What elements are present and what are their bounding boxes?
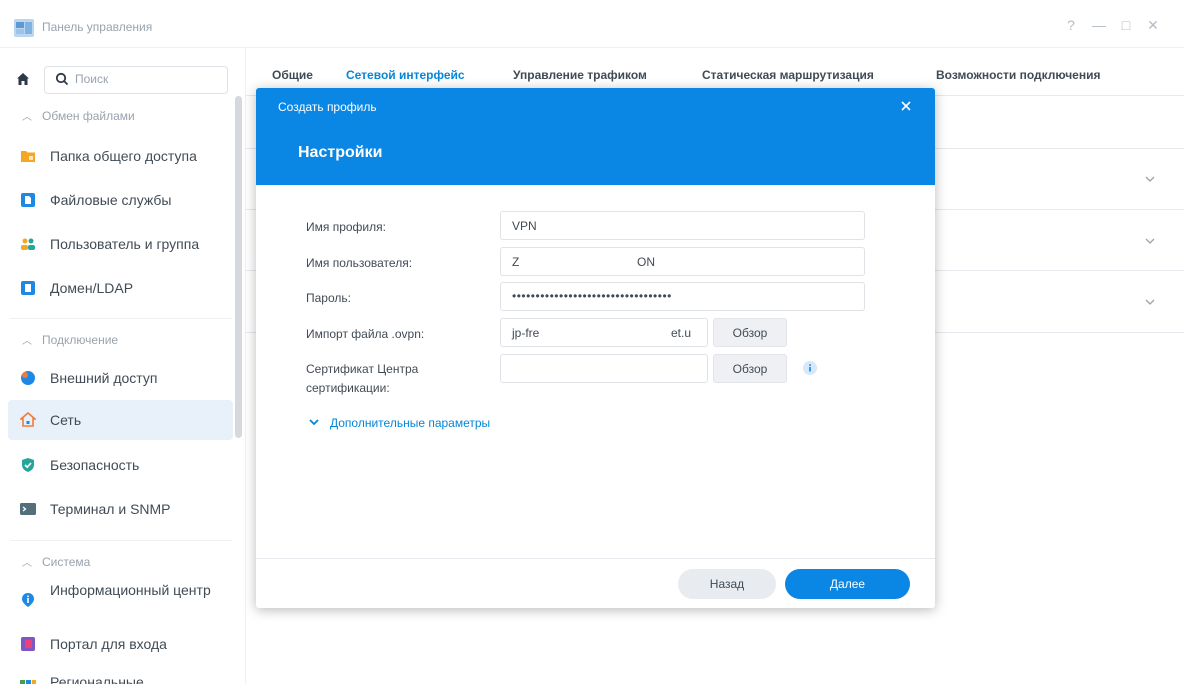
user-group-icon (21, 238, 35, 250)
ovpn-browse-button[interactable]: Обзор (713, 318, 787, 347)
sidebar-item-label: Портал для входа (50, 636, 167, 652)
terminal-icon (20, 503, 36, 515)
title-bar: Панель управления ? — □ ✕ (0, 0, 1184, 48)
control-panel-app-icon (14, 19, 34, 37)
section-title: Обмен файлами (42, 109, 135, 123)
shared-folder-icon (21, 151, 35, 162)
sidebar-item-shared-folder[interactable]: Папка общего доступа (8, 136, 233, 176)
sidebar-item-label: Папка общего доступа (50, 148, 197, 164)
sidebar-item-label: Безопасность (50, 457, 140, 473)
sidebar-item-info-center[interactable]: Информационный центр (8, 578, 233, 618)
sidebar-item-label: Внешний доступ (50, 370, 158, 386)
ca-cert-input[interactable] (500, 354, 708, 383)
section-system[interactable]: ︿ Система (22, 554, 90, 569)
ovpn-file-value: jp-fre (512, 326, 540, 340)
window-title: Панель управления (42, 20, 153, 34)
password-input[interactable]: •••••••••••••••••••••••••••••••••• (500, 282, 865, 311)
tab-static-route[interactable]: Статическая маршрутизация (702, 68, 874, 82)
dialog-header: Создать профиль Настройки (256, 88, 935, 185)
password-value: •••••••••••••••••••••••••••••••••• (512, 289, 672, 303)
ca-cert-label: Сертификат Центра сертификации: (306, 362, 419, 395)
ovpn-file-input[interactable]: jp-fre et.u (500, 318, 708, 347)
sidebar-item-network[interactable]: Сеть (8, 400, 233, 440)
close-icon[interactable] (898, 98, 914, 114)
sidebar-item-domain-ldap[interactable]: Домен/LDAP (8, 268, 233, 308)
info-icon[interactable] (802, 360, 818, 376)
create-profile-dialog: Создать профиль Настройки Имя профиля: V… (256, 88, 935, 608)
login-portal-icon (21, 637, 35, 651)
sidebar-item-terminal-snmp[interactable]: Терминал и SNMP (8, 489, 233, 529)
close-window-icon[interactable]: ✕ (1143, 17, 1163, 34)
chevron-up-icon: ︿ (22, 336, 32, 347)
next-button[interactable]: Далее (785, 569, 910, 599)
sidebar-item-regional[interactable]: Региональные (8, 662, 233, 684)
home-icon (17, 73, 29, 85)
back-button[interactable]: Назад (678, 569, 776, 599)
username-value: Z (512, 255, 520, 269)
sidebar-item-security[interactable]: Безопасность (8, 445, 233, 485)
chevron-down-icon[interactable] (1143, 172, 1157, 186)
chevron-down-icon[interactable] (1143, 295, 1157, 309)
profile-name-label: Имя профиля: (306, 220, 386, 234)
ovpn-file-value-tail: et.u (671, 326, 692, 340)
ca-cert-browse-button[interactable]: Обзор (713, 354, 787, 383)
sidebar-item-external-access[interactable]: Внешний доступ (8, 358, 233, 398)
username-label: Имя пользователя: (306, 256, 413, 270)
section-file-sharing[interactable]: ︿ Обмен файлами (22, 108, 135, 123)
regional-icon (20, 680, 36, 684)
dialog-heading: Настройки (298, 144, 383, 161)
chevron-up-icon: ︿ (22, 558, 32, 569)
advanced-settings-label: Дополнительные параметры (330, 416, 491, 430)
chevron-down-icon[interactable] (1143, 234, 1157, 248)
tab-connectivity[interactable]: Возможности подключения (936, 68, 1100, 82)
tab-network-interface[interactable]: Сетевой интерфейс (346, 68, 465, 82)
external-access-icon (21, 371, 35, 385)
tab-traffic-control[interactable]: Управление трафиком (513, 68, 647, 82)
profile-name-input[interactable]: VPN (500, 211, 865, 240)
section-title: Система (42, 555, 91, 569)
section-title: Подключение (42, 333, 119, 347)
divider (10, 318, 232, 319)
search-icon (55, 72, 69, 86)
domain-ldap-icon (21, 281, 35, 295)
chevron-down-icon (309, 419, 319, 426)
search-input[interactable] (75, 72, 215, 86)
dialog-title: Создать профиль (278, 100, 377, 114)
username-value-tail: ON (637, 255, 655, 269)
section-connectivity[interactable]: ︿ Подключение (22, 332, 118, 347)
sidebar-item-login-portal[interactable]: Портал для входа (8, 624, 233, 664)
maximize-icon[interactable]: □ (1116, 17, 1136, 33)
sidebar-item-file-services[interactable]: Файловые службы (8, 180, 233, 220)
minimize-icon[interactable]: — (1089, 17, 1109, 33)
username-input[interactable]: Z ON (500, 247, 865, 276)
sidebar: ︿ Обмен файлами Папка общего доступа Файл… (0, 48, 246, 684)
sidebar-item-label: Пользователь и группа (50, 236, 200, 252)
home-button[interactable] (9, 66, 37, 92)
divider (10, 540, 232, 541)
sidebar-item-label: Сеть (50, 412, 82, 428)
help-icon[interactable]: ? (1061, 17, 1081, 33)
sidebar-item-user-group[interactable]: Пользователь и группа (8, 224, 233, 264)
sidebar-item-label: Региональные (50, 674, 144, 684)
search-box[interactable] (44, 66, 228, 94)
sidebar-item-label: Информационный центр (50, 582, 211, 598)
ovpn-import-label: Импорт файла .ovpn: (306, 327, 425, 341)
sidebar-item-label: Терминал и SNMP (50, 501, 171, 517)
file-services-icon (21, 193, 35, 207)
sidebar-scrollbar[interactable] (235, 96, 242, 438)
tab-general[interactable]: Общие (272, 68, 313, 82)
chevron-up-icon: ︿ (22, 112, 32, 123)
shield-icon (22, 458, 34, 472)
profile-name-value: VPN (512, 219, 537, 233)
info-center-icon (22, 593, 34, 607)
sidebar-item-label: Домен/LDAP (50, 280, 134, 296)
network-house-icon (20, 412, 36, 427)
dialog-footer-divider (256, 558, 935, 559)
password-label: Пароль: (306, 291, 351, 305)
sidebar-item-label: Файловые службы (50, 192, 172, 208)
